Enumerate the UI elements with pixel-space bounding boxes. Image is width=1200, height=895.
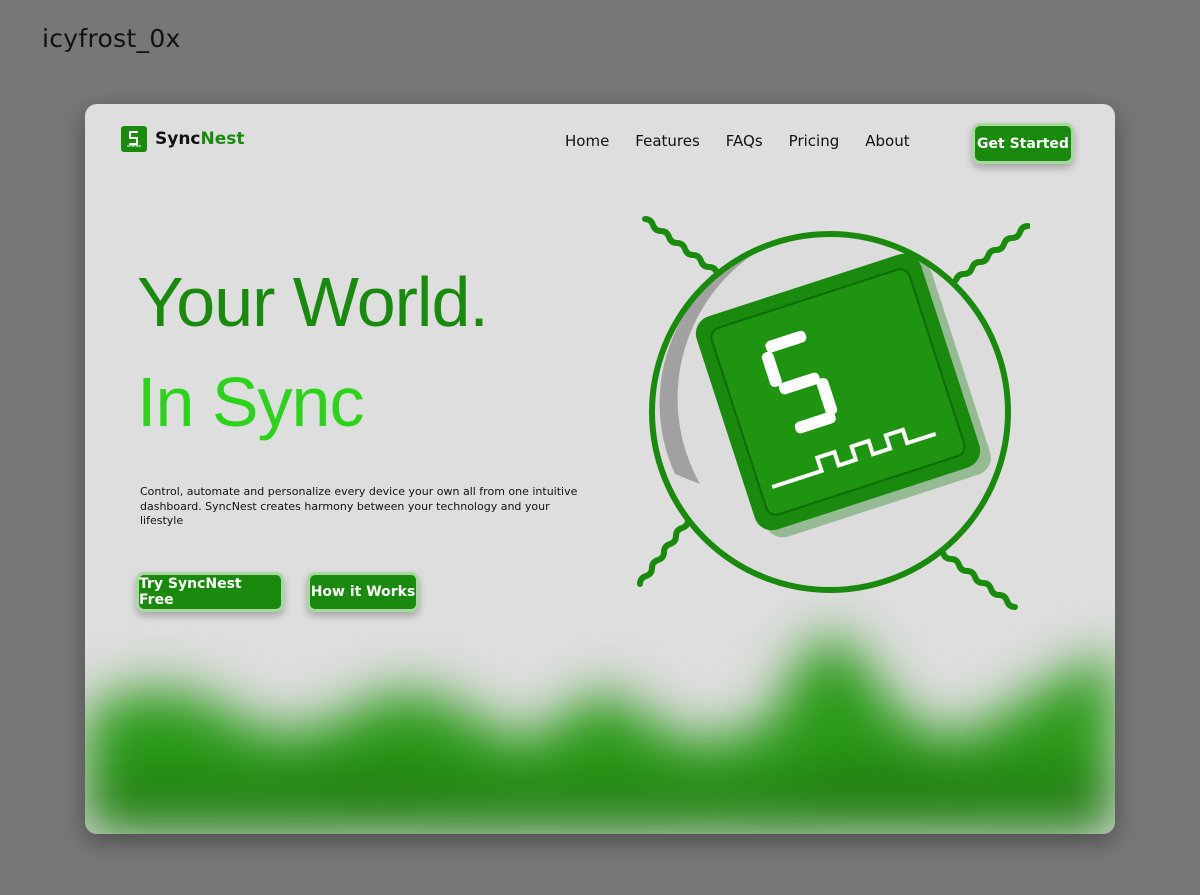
main-nav: Home Features FAQs Pricing About [565, 132, 910, 150]
nav-about[interactable]: About [865, 132, 909, 150]
brand-name-main: Sync [155, 129, 201, 149]
nav-features[interactable]: Features [635, 132, 700, 150]
hero-title-line1: Your World. [137, 263, 489, 341]
nav-pricing[interactable]: Pricing [789, 132, 840, 150]
watermark: icyfrost_0x [42, 24, 181, 53]
nav-home[interactable]: Home [565, 132, 609, 150]
hero-description: Control, automate and personalize every … [140, 485, 578, 527]
syncnest-logo-icon [121, 126, 147, 152]
hero-title-line2: In Sync [137, 363, 364, 441]
brand-name-accent: Nest [200, 129, 245, 149]
syncnest-chip-icon [637, 216, 1030, 610]
how-it-works-button[interactable]: How it Works [307, 572, 419, 612]
landing-page-card: SyncNest Home Features FAQs Pricing Abou… [85, 104, 1115, 834]
try-free-button[interactable]: Try SyncNest Free [136, 572, 284, 612]
brand-name: SyncNest [155, 129, 245, 149]
nav-faqs[interactable]: FAQs [726, 132, 763, 150]
brand[interactable]: SyncNest [121, 126, 245, 152]
get-started-button[interactable]: Get Started [972, 123, 1074, 164]
